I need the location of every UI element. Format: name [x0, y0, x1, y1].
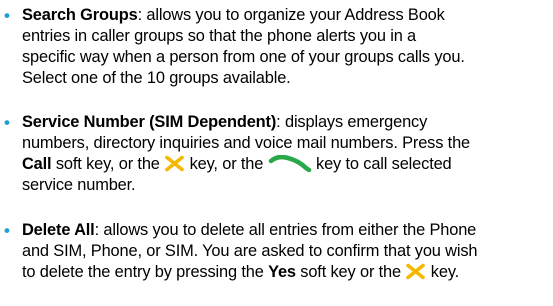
item-text: to delete the entry by pressing the: [22, 263, 269, 281]
item-text: soft key, or the: [51, 155, 165, 173]
item-text: key.: [426, 263, 460, 281]
manual-page: • Search Groups: allows you to organize …: [0, 0, 553, 306]
item-line: to delete the entry by pressing the Yes …: [22, 262, 459, 283]
bullet-icon: •: [4, 6, 10, 25]
select-key-icon: [406, 263, 426, 280]
bullet-icon: •: [4, 221, 10, 240]
item-line: service number.: [22, 176, 136, 194]
send-key-icon: [268, 155, 311, 172]
item-title: Delete All: [22, 221, 95, 239]
item-line: Select one of the 10 groups available.: [22, 69, 291, 87]
item-line: and SIM, Phone, or SIM. You are asked to…: [22, 242, 478, 260]
key-name: Yes: [268, 263, 296, 281]
item-text: : displays emergency: [276, 113, 428, 131]
item-line: Call soft key, or the key, or the key to…: [22, 154, 452, 175]
item-title: Service Number (SIM Dependent): [22, 113, 277, 131]
item-line: specific way when a person from one of y…: [22, 48, 465, 66]
item-line: numbers, directory inquiries and voice m…: [22, 134, 471, 152]
item-text: : allows you to organize your Address Bo…: [137, 6, 445, 24]
bullet-icon: •: [4, 113, 10, 132]
item-line: Service Number (SIM Dependent): displays…: [22, 112, 427, 133]
item-text: key, or the: [185, 155, 268, 173]
item-text: key to call selected: [311, 155, 452, 173]
item-line: Search Groups: allows you to organize yo…: [22, 5, 445, 26]
item-title: Search Groups: [22, 6, 138, 24]
item-text: soft key or the: [295, 263, 406, 281]
key-name: Call: [22, 155, 52, 173]
item-line: entries in caller groups so that the pho…: [22, 27, 417, 45]
item-line: Delete All: allows you to delete all ent…: [22, 220, 476, 241]
select-key-icon: [165, 155, 184, 172]
item-text: : allows you to delete all entries from …: [94, 221, 477, 239]
